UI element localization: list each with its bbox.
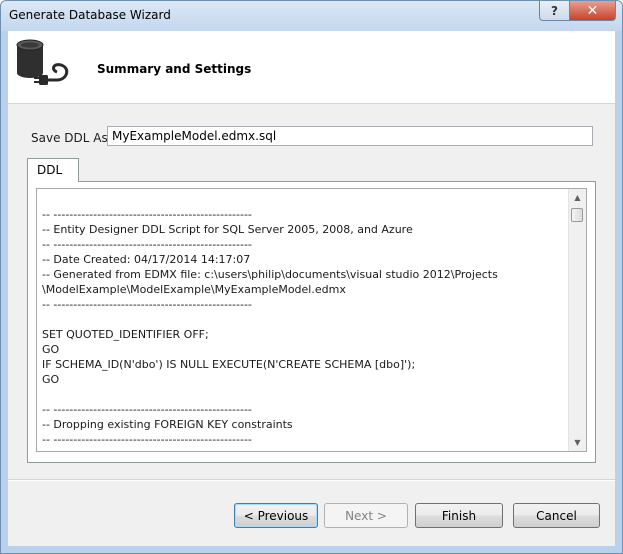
ddl-line: GO [42, 343, 60, 356]
ddl-tab-panel: -- -------------------------------------… [27, 181, 596, 463]
save-ddl-label: Save DDL As: [31, 131, 112, 145]
ddl-line: -- -------------------------------------… [42, 298, 252, 311]
close-icon: ✕ [586, 2, 599, 19]
ddl-line: -- -------------------------------------… [42, 238, 252, 251]
save-ddl-input[interactable] [107, 126, 593, 146]
title-bar: Generate Database Wizard ? ✕ [1, 1, 622, 31]
ddl-line: SET QUOTED_IDENTIFIER OFF; [42, 328, 209, 341]
ddl-line: GO [42, 373, 60, 386]
ddl-line: IF SCHEMA_ID(N'dbo') IS NULL EXECUTE(N'C… [42, 358, 416, 371]
tab-ddl-label: DDL [37, 163, 63, 177]
scroll-thumb[interactable] [571, 208, 583, 222]
help-icon: ? [551, 3, 558, 18]
ddl-line: -- Dropping existing FOREIGN KEY constra… [42, 418, 293, 431]
ddl-line [42, 388, 46, 401]
vertical-scrollbar[interactable]: ▲ ▼ [568, 189, 586, 451]
next-button[interactable]: Next > [324, 503, 408, 528]
ddl-line: -- Generated from EDMX file: c:\users\ph… [42, 268, 498, 281]
ddl-line [42, 313, 46, 326]
ddl-line: -- -------------------------------------… [42, 433, 252, 446]
footer-divider [8, 479, 615, 481]
ddl-script-text: -- -------------------------------------… [42, 207, 498, 447]
ddl-script-textbox[interactable]: -- -------------------------------------… [36, 188, 587, 452]
close-button[interactable]: ✕ [569, 1, 616, 21]
cancel-button[interactable]: Cancel [513, 503, 600, 528]
ddl-line: \ModelExample\ModelExample\MyExampleMode… [42, 283, 346, 296]
wizard-body: Summary and Settings Save DDL As: DDL --… [8, 31, 615, 546]
finish-button[interactable]: Finish [415, 503, 503, 528]
database-plug-icon [16, 39, 69, 85]
ddl-line: -- -------------------------------------… [42, 208, 252, 221]
page-title: Summary and Settings [97, 62, 252, 76]
ddl-line: -- -------------------------------------… [42, 403, 252, 416]
previous-button[interactable]: < Previous [234, 503, 318, 528]
ddl-line: -- Date Created: 04/17/2014 14:17:07 [42, 253, 251, 266]
help-button[interactable]: ? [539, 1, 570, 21]
window-title: Generate Database Wizard [9, 8, 171, 22]
scroll-up-arrow-icon[interactable]: ▲ [569, 189, 586, 206]
scroll-down-arrow-icon[interactable]: ▼ [569, 434, 586, 451]
tab-ddl[interactable]: DDL [27, 158, 79, 182]
wizard-window: Generate Database Wizard ? ✕ Summary and… [0, 0, 623, 554]
ddl-line: -- Entity Designer DDL Script for SQL Se… [42, 223, 413, 236]
wizard-header: Summary and Settings [8, 31, 615, 104]
